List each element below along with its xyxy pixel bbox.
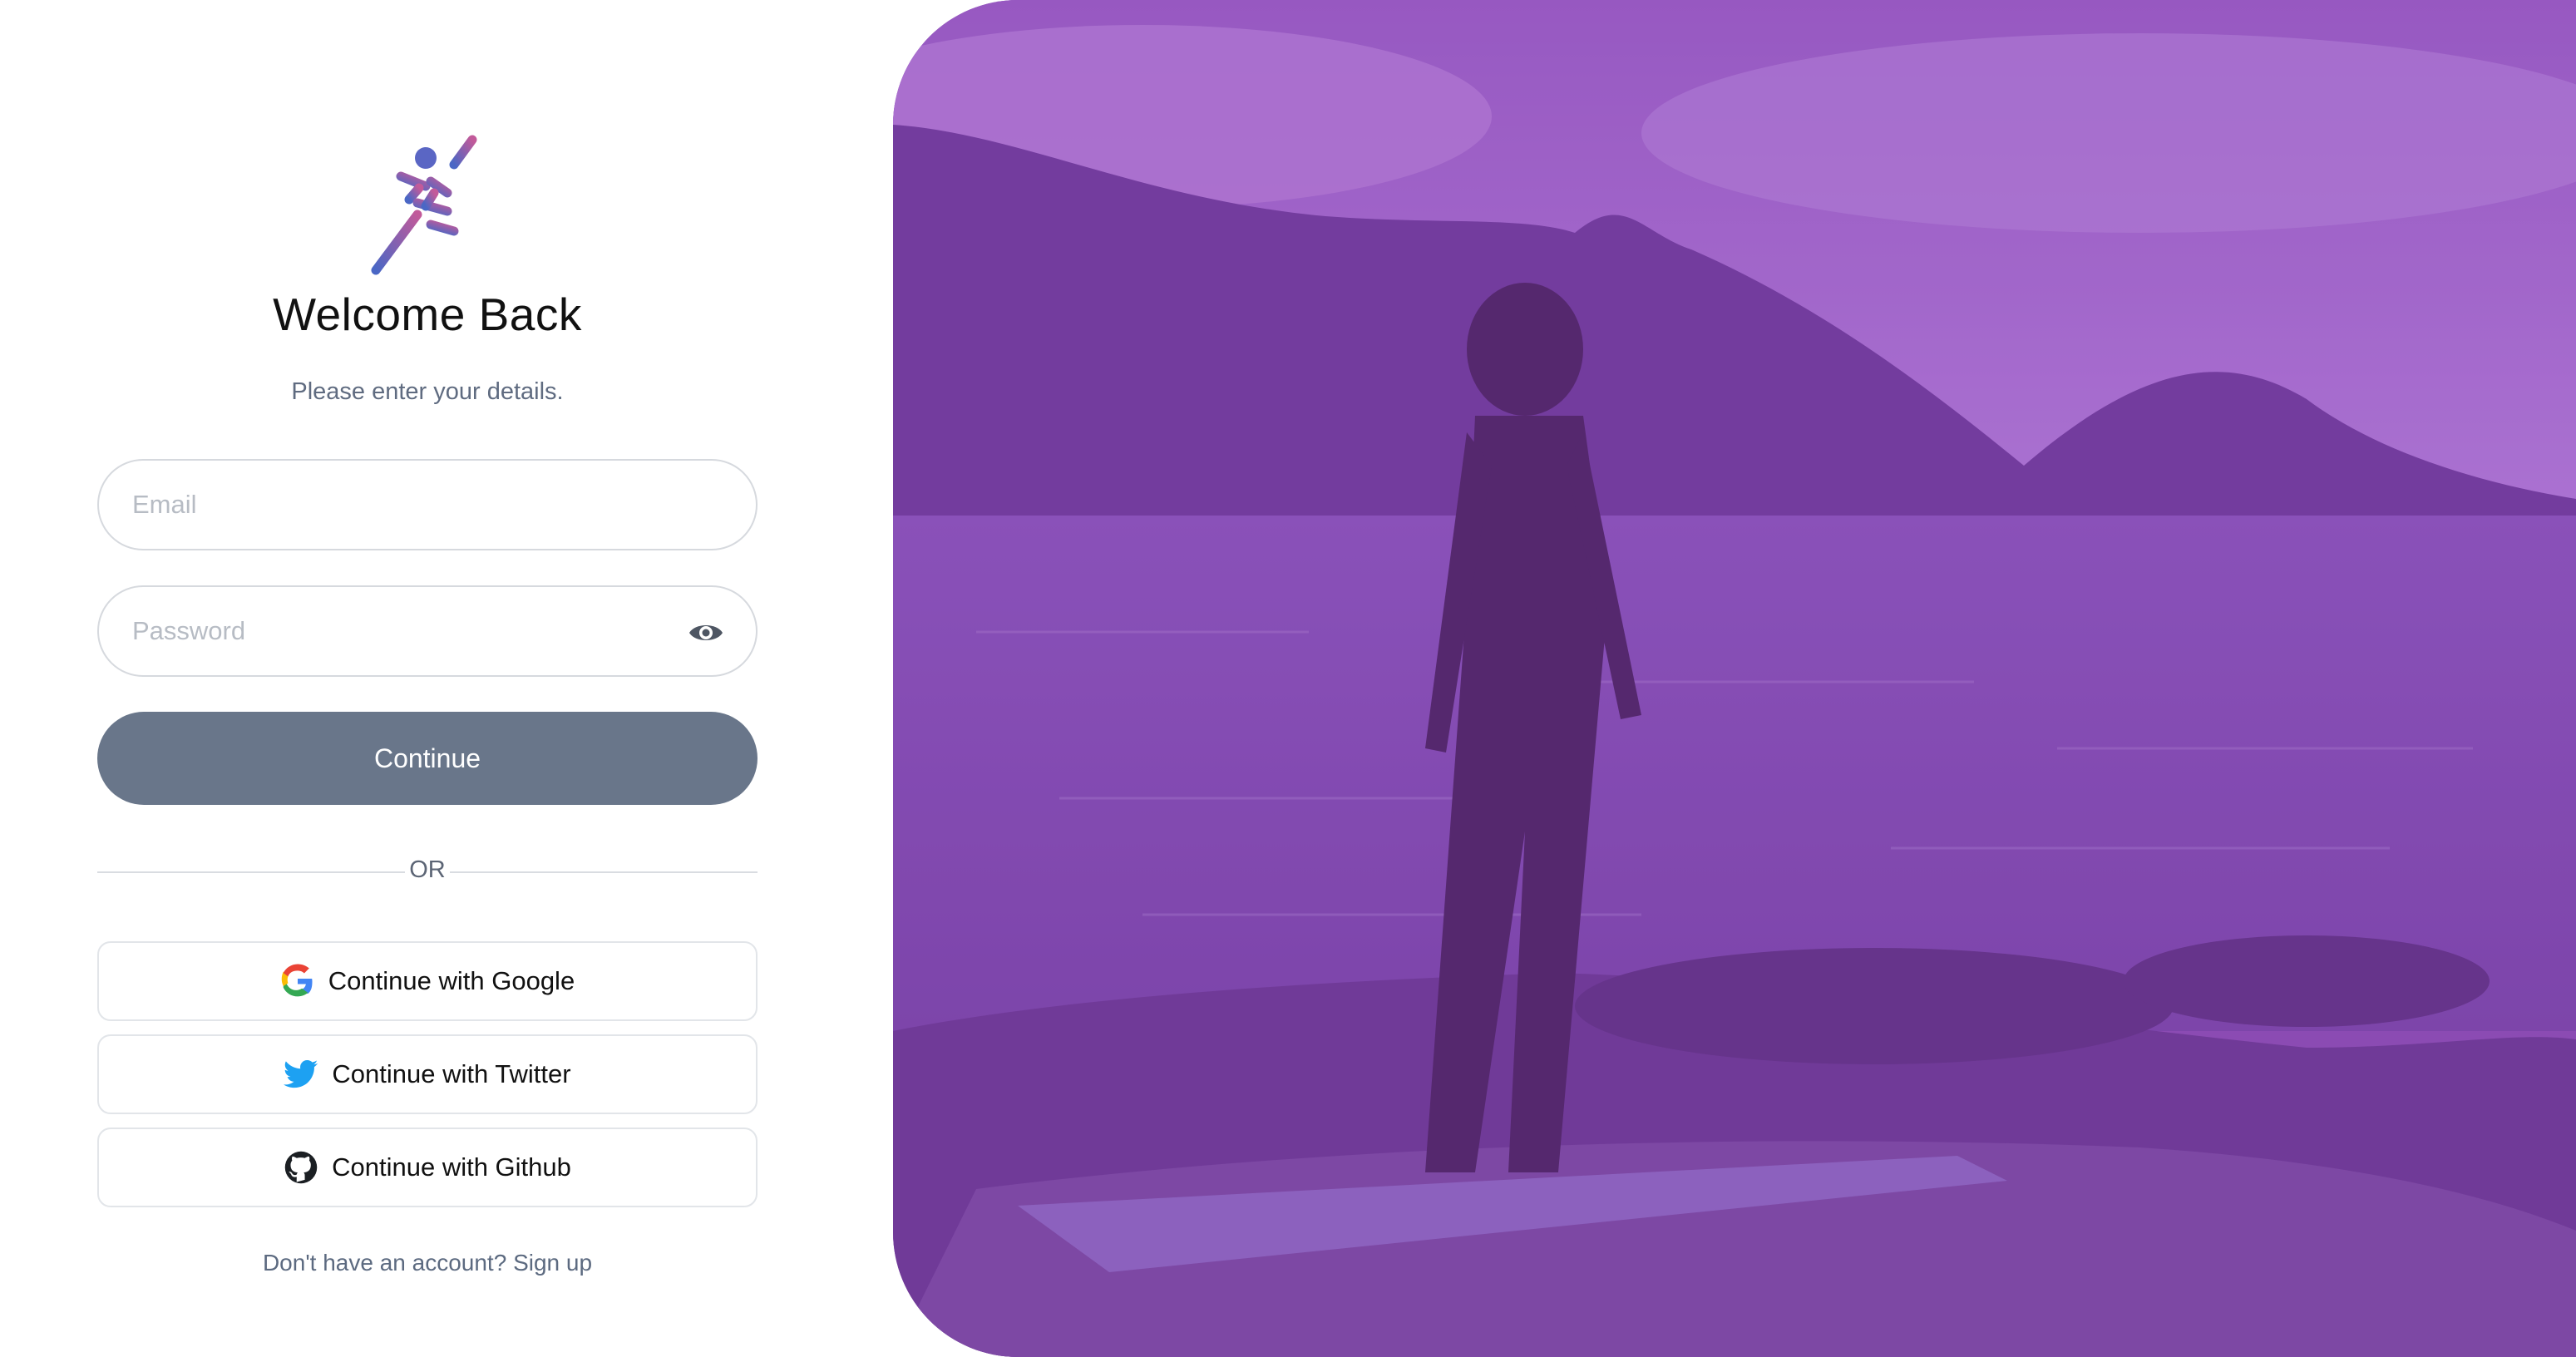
twitter-icon bbox=[284, 1059, 318, 1088]
email-field[interactable] bbox=[132, 461, 673, 549]
signup-link[interactable]: Don't have an account? Sign up bbox=[97, 1250, 758, 1276]
divider-line-right bbox=[450, 871, 758, 873]
page-subtitle: Please enter your details. bbox=[291, 378, 564, 405]
eye-icon[interactable] bbox=[688, 618, 724, 648]
page-title: Welcome Back bbox=[273, 289, 582, 340]
github-login-button[interactable]: Continue with Github bbox=[97, 1128, 758, 1207]
hero-image bbox=[893, 0, 2576, 1357]
hero-image-scene bbox=[893, 0, 2576, 1357]
github-login-label: Continue with Github bbox=[332, 1152, 571, 1182]
twitter-login-button[interactable]: Continue with Twitter bbox=[97, 1034, 758, 1114]
runner-logo-icon bbox=[371, 135, 477, 275]
password-field[interactable] bbox=[132, 587, 673, 675]
google-icon bbox=[281, 964, 313, 997]
divider-text: OR bbox=[409, 856, 446, 883]
google-login-label: Continue with Google bbox=[328, 966, 575, 995]
continue-button[interactable]: Continue bbox=[97, 712, 758, 805]
google-login-button[interactable]: Continue with Google bbox=[97, 941, 758, 1021]
email-field-wrapper bbox=[97, 459, 758, 550]
twitter-login-label: Continue with Twitter bbox=[332, 1059, 571, 1088]
or-divider: OR bbox=[97, 856, 758, 886]
password-field-wrapper bbox=[97, 585, 758, 677]
github-icon bbox=[284, 1151, 318, 1184]
login-panel: Welcome Back Please enter your details. … bbox=[0, 0, 893, 1357]
